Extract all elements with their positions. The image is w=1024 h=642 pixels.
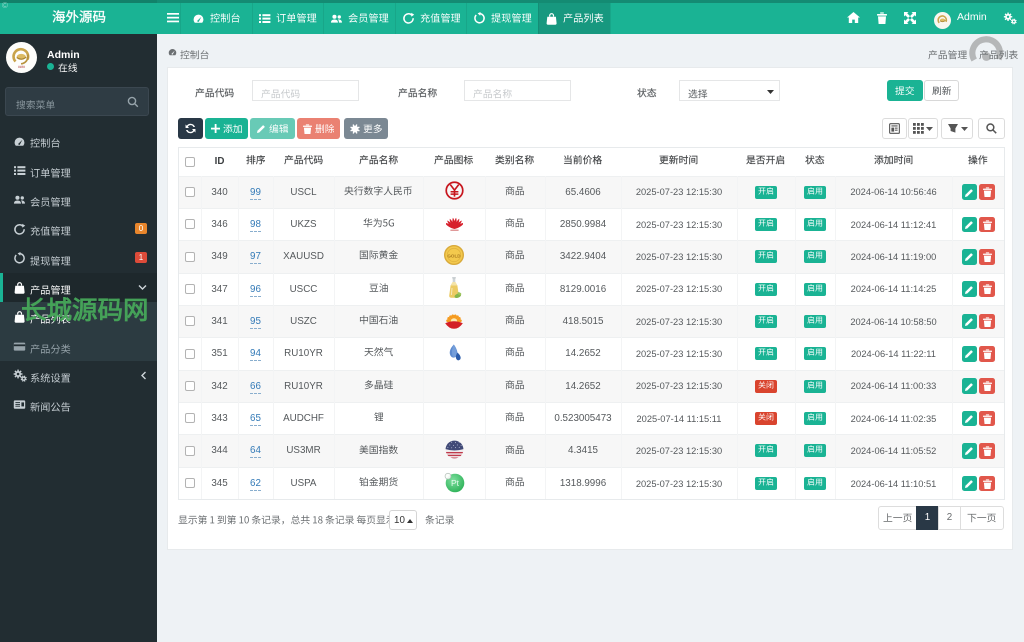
svg-text:####: #### [18, 65, 25, 69]
svg-text:GOLD: GOLD [447, 254, 461, 259]
svg-text:Pt: Pt [450, 478, 459, 488]
